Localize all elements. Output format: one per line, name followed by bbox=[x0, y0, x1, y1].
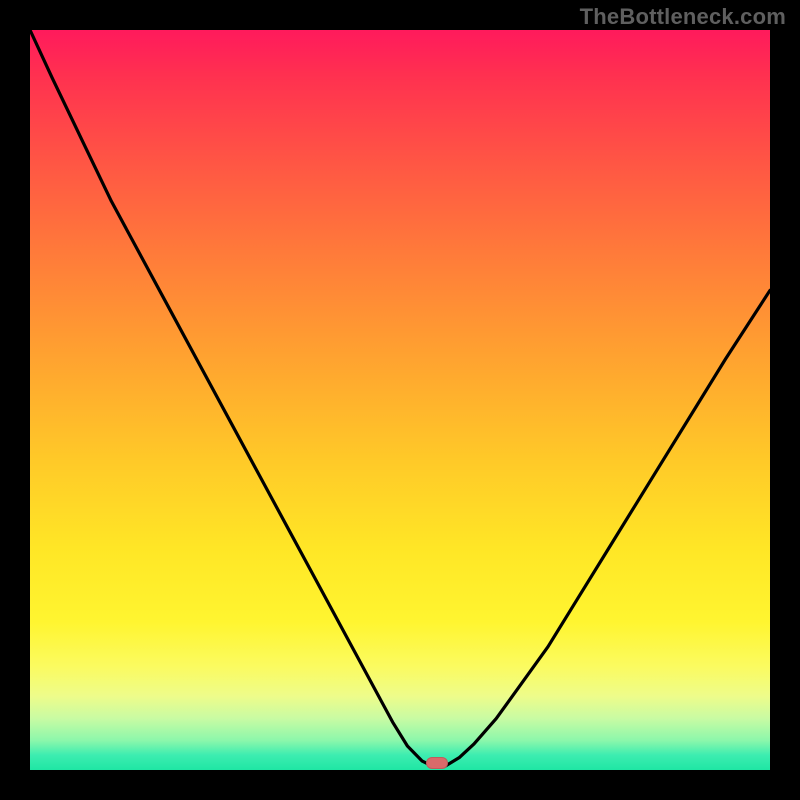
curve-path bbox=[30, 30, 770, 767]
optimum-marker bbox=[426, 757, 448, 769]
plot-clip bbox=[30, 30, 770, 770]
chart-frame: TheBottleneck.com bbox=[0, 0, 800, 800]
bottleneck-curve bbox=[30, 30, 770, 770]
watermark-text: TheBottleneck.com bbox=[580, 4, 786, 30]
plot-area bbox=[30, 30, 770, 770]
